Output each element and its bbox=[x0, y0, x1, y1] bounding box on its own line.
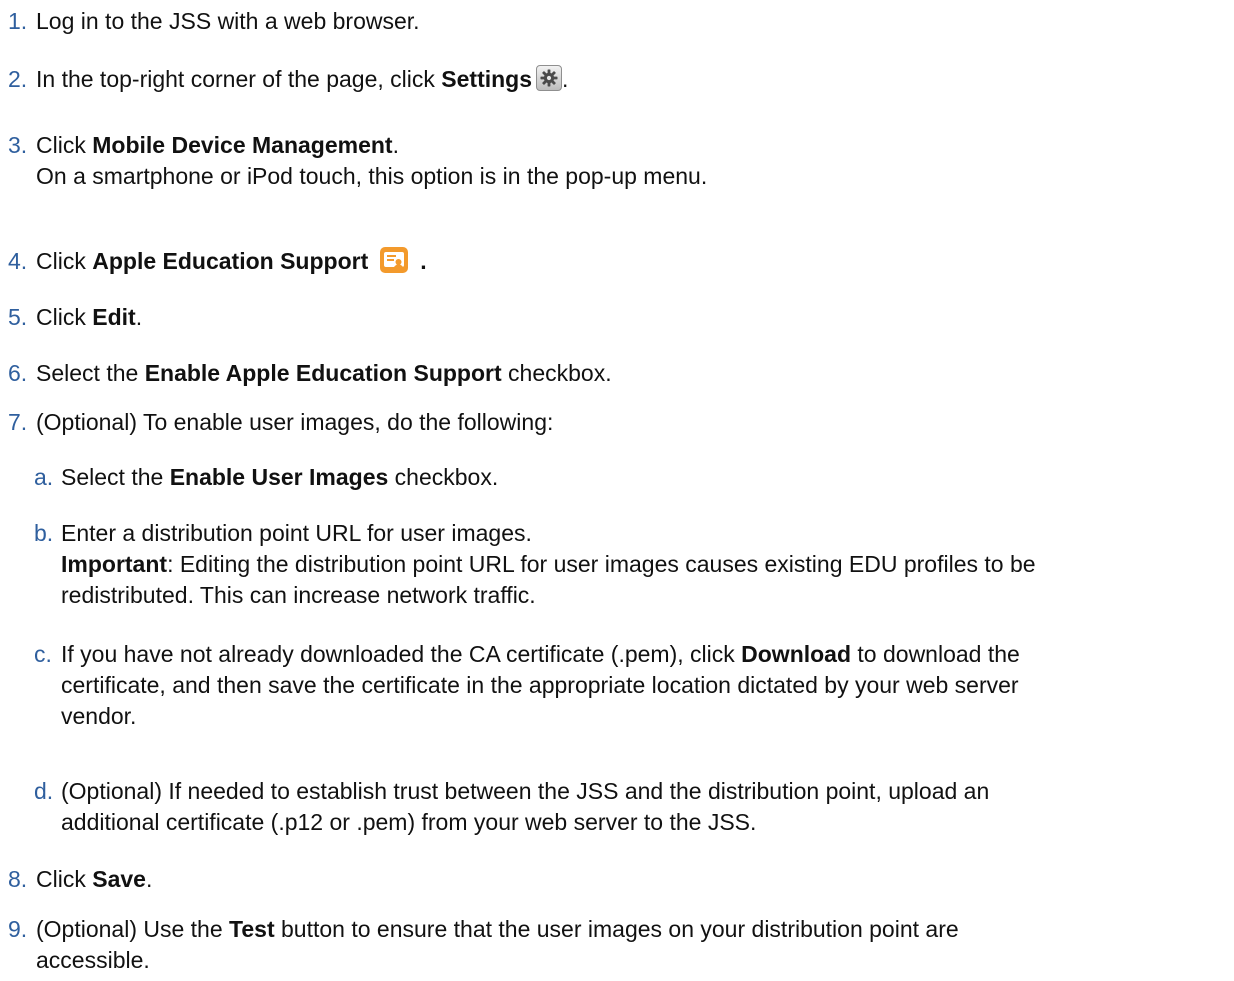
step-5: 5. Click Edit. bbox=[8, 302, 1228, 333]
step-text: Click bbox=[36, 304, 93, 330]
step-9: 9. (Optional) Use the Test button to ensu… bbox=[8, 914, 1228, 976]
step-8: 8. Click Save. bbox=[8, 864, 1228, 895]
substep-letter: a. bbox=[34, 464, 54, 490]
step-text-end: . bbox=[145, 866, 153, 892]
apple-education-support-icon bbox=[380, 247, 409, 273]
step-note: On a smartphone or iPod touch, this opti… bbox=[36, 163, 708, 189]
substep-b: b. Enter a distribution point URL for use… bbox=[34, 518, 1230, 611]
step-text: Log in to the JSS with a web browser. bbox=[36, 8, 420, 34]
substep-text-end: checkbox. bbox=[388, 464, 499, 490]
important-text: : Editing the distribution point URL for… bbox=[167, 551, 1036, 577]
substep-letter: c. bbox=[34, 641, 52, 667]
step-number: 4. bbox=[8, 248, 28, 274]
substep-d: d. (Optional) If needed to establish trus… bbox=[34, 776, 1230, 838]
substep-text: Select the bbox=[61, 464, 170, 490]
step-text: Select the bbox=[36, 360, 145, 386]
step-number: 5. bbox=[8, 304, 28, 330]
substep-text: Enter a distribution point URL for user … bbox=[61, 520, 532, 546]
step-number: 3. bbox=[8, 132, 28, 158]
step-6: 6. Select the Enable Apple Education Supp… bbox=[8, 358, 1228, 389]
step-text: Click bbox=[36, 248, 93, 274]
step-text-end: . bbox=[420, 248, 427, 274]
enable-apple-education-support-label: Enable Apple Education Support bbox=[144, 360, 502, 386]
substep-text-line2: additional certificate (.p12 or .pem) fr… bbox=[61, 809, 757, 835]
step-number: 9. bbox=[8, 916, 28, 942]
settings-label: Settings bbox=[441, 66, 533, 92]
step-text: In the top-right corner of the page, cli… bbox=[36, 66, 442, 92]
save-label: Save bbox=[92, 866, 146, 892]
step-number: 2. bbox=[8, 66, 28, 92]
substep-text-line2: certificate, and then save the certifica… bbox=[61, 672, 1019, 698]
gear-icon bbox=[536, 65, 563, 91]
step-2: 2. In the top-right corner of the page, c… bbox=[8, 64, 1228, 95]
step-text-line2: accessible. bbox=[36, 947, 150, 973]
step-4: 4. Click Apple Education Support. bbox=[8, 246, 1228, 277]
step-text: Click bbox=[36, 132, 93, 158]
step-text: (Optional) Use the bbox=[36, 916, 230, 942]
step-text-end: . bbox=[562, 66, 569, 92]
test-label: Test bbox=[229, 916, 275, 942]
step-text-end: . bbox=[392, 132, 399, 158]
important-note: Important: Editing the distribution poin… bbox=[34, 549, 1230, 580]
step-number: 8. bbox=[8, 866, 28, 892]
edit-label: Edit bbox=[92, 304, 136, 330]
substep-text: (Optional) If needed to establish trust … bbox=[61, 778, 990, 804]
substep-letter: b. bbox=[34, 520, 54, 546]
step-7: 7. (Optional) To enable user images, do t… bbox=[8, 407, 1228, 438]
step-number: 1. bbox=[8, 8, 28, 34]
step-text-end: button to ensure that the user images on… bbox=[274, 916, 959, 942]
mobile-device-management-label: Mobile Device Management bbox=[92, 132, 393, 158]
step-number: 7. bbox=[8, 409, 28, 435]
substep-a: a. Select the Enable User Images checkbox… bbox=[34, 462, 1230, 493]
substep-text: If you have not already downloaded the C… bbox=[61, 641, 742, 667]
download-label: Download bbox=[741, 641, 852, 667]
substep-letter: d. bbox=[34, 778, 54, 804]
important-note-cont: redistributed. This can increase network… bbox=[61, 582, 536, 608]
step-text: Click bbox=[36, 866, 93, 892]
step-text-end: . bbox=[135, 304, 143, 330]
enable-user-images-label: Enable User Images bbox=[169, 464, 389, 490]
step-3: 3. Click Mobile Device Management. On a s… bbox=[8, 130, 1228, 192]
apple-education-support-label: Apple Education Support bbox=[92, 248, 369, 274]
substep-text-end: to download the bbox=[851, 641, 1020, 667]
step-number: 6. bbox=[8, 360, 28, 386]
substep-text-line3: vendor. bbox=[61, 703, 137, 729]
step-text: (Optional) To enable user images, do the… bbox=[36, 409, 554, 435]
step-1: 1. Log in to the JSS with a web browser. bbox=[8, 6, 1228, 37]
substep-c: c. If you have not already downloaded the… bbox=[34, 639, 1230, 732]
important-label: Important bbox=[61, 551, 168, 577]
step-text-end: checkbox. bbox=[501, 360, 612, 386]
